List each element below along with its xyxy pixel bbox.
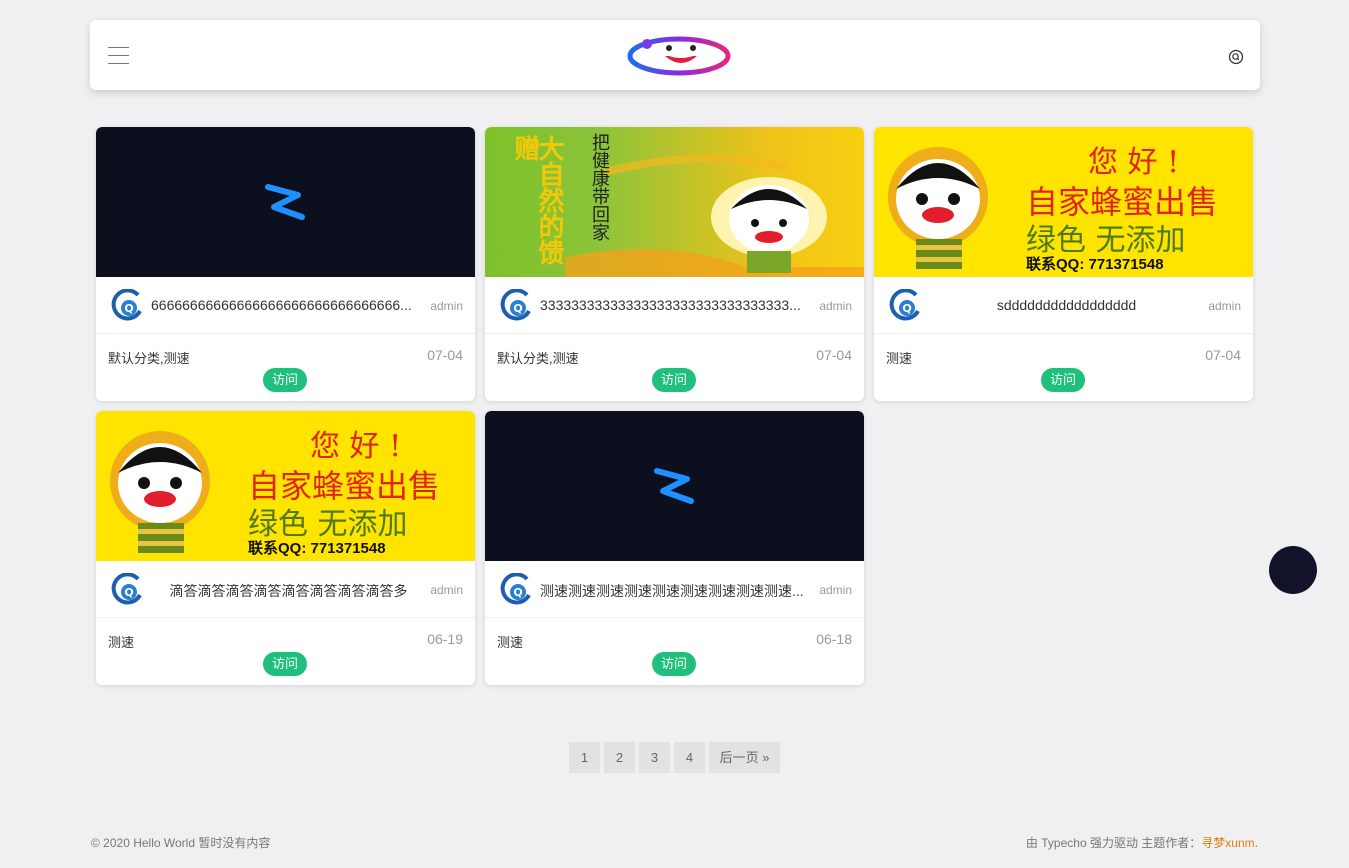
site-header (90, 20, 1260, 90)
post-date: 07-04 (816, 347, 852, 363)
post-title[interactable]: 66666666666666666666666666666666... (151, 297, 426, 313)
bee-ad-greeting: 您 好 ! (1088, 145, 1180, 180)
post-date: 07-04 (1205, 347, 1241, 363)
post-author[interactable]: admin (430, 583, 463, 597)
dark-brand-image[interactable] (96, 127, 475, 277)
honey-banner-slogan: 大自然的馈赠 (510, 135, 564, 265)
post-card: Q 测速测速测速测速测速测速测速测速测速... admin 测速 06-18 访… (485, 411, 864, 685)
bee-ad-contact: 联系QQ: 771371548 (248, 540, 386, 557)
author-avatar-icon: Q (500, 573, 531, 605)
visit-button[interactable]: 访问 (1041, 368, 1085, 392)
post-meta-row: Q 滴答滴答滴答滴答滴答滴答滴答滴答多 admin (96, 561, 475, 618)
post-category[interactable]: 默认分类,测速 (108, 348, 190, 367)
floating-action-button[interactable] (1269, 546, 1317, 594)
footer-suffix: . (1254, 836, 1258, 850)
svg-text:Q: Q (124, 586, 133, 599)
post-author[interactable]: admin (819, 299, 852, 313)
bee-ad-image[interactable]: 您 好 ! 自家蜂蜜出售 绿色 无添加 联系QQ: 771371548 (96, 411, 475, 561)
post-author[interactable]: admin (1208, 299, 1241, 313)
dark-brand-image[interactable] (485, 411, 864, 561)
post-date: 06-19 (427, 631, 463, 647)
author-avatar-icon: Q (111, 289, 142, 321)
post-meta-row: Q 66666666666666666666666666666666... ad… (96, 277, 475, 334)
post-title[interactable]: 滴答滴答滴答滴答滴答滴答滴答滴答多 (151, 581, 426, 601)
page-2-button[interactable]: 2 (604, 742, 635, 773)
footer-copyright: © 2020 Hello World 暂时没有内容 (91, 836, 271, 850)
bee-ad-contact: 联系QQ: 771371548 (1026, 256, 1164, 273)
brand-z-icon (265, 184, 305, 220)
footer-credits: 由 Typecho 强力驱动 主题作者：寻梦xunm. (1026, 834, 1258, 851)
post-category[interactable]: 默认分类,测速 (497, 348, 579, 367)
page-1-button[interactable]: 1 (569, 742, 600, 773)
post-meta-row: Q 33333333333333333333333333333333... ad… (485, 277, 864, 334)
search-icon[interactable] (1228, 49, 1244, 65)
post-title[interactable]: 33333333333333333333333333333333... (540, 297, 815, 313)
author-avatar-icon: Q (889, 289, 920, 321)
post-card: 您 好 ! 自家蜂蜜出售 绿色 无添加 联系QQ: 771371548 Q sd… (874, 127, 1253, 401)
page-4-button[interactable]: 4 (674, 742, 705, 773)
bee-ad-greeting: 您 好 ! (310, 429, 402, 464)
visit-button[interactable]: 访问 (652, 652, 696, 676)
post-category[interactable]: 测速 (886, 348, 912, 367)
post-title[interactable]: 测速测速测速测速测速测速测速测速测速... (540, 581, 815, 601)
svg-text:Q: Q (513, 302, 522, 315)
post-meta-row: Q 测速测速测速测速测速测速测速测速测速... admin (485, 561, 864, 618)
smiley-logo-icon[interactable] (627, 34, 731, 76)
svg-text:Q: Q (513, 586, 522, 599)
author-avatar-icon: Q (500, 289, 531, 321)
svg-text:Q: Q (124, 302, 133, 315)
footer-powered-by: 由 Typecho 强力驱动 主题作者： (1025, 836, 1202, 850)
brand-z-icon (654, 468, 694, 504)
post-date: 06-18 (816, 631, 852, 647)
post-category[interactable]: 测速 (497, 632, 523, 651)
honey-banner-subtext: 把健康带回家 (589, 133, 610, 241)
bee-ad-image[interactable]: 您 好 ! 自家蜂蜜出售 绿色 无添加 联系QQ: 771371548 (874, 127, 1253, 277)
author-avatar-icon: Q (111, 573, 142, 605)
post-title[interactable]: sddddddddddddddddd (929, 297, 1204, 313)
post-date: 07-04 (427, 347, 463, 363)
honey-banner-image[interactable]: 大自然的馈赠 把健康带回家 (485, 127, 864, 277)
hamburger-menu-icon[interactable] (108, 47, 129, 64)
next-page-button[interactable]: 后一页 » (709, 742, 780, 773)
page-3-button[interactable]: 3 (639, 742, 670, 773)
visit-button[interactable]: 访问 (652, 368, 696, 392)
visit-button[interactable]: 访问 (263, 652, 307, 676)
svg-text:Q: Q (902, 302, 911, 315)
post-author[interactable]: admin (430, 299, 463, 313)
post-card: 您 好 ! 自家蜂蜜出售 绿色 无添加 联系QQ: 771371548 Q 滴答… (96, 411, 475, 685)
post-card: 大自然的馈赠 把健康带回家 Q 333333333333333333333333… (485, 127, 864, 401)
visit-button[interactable]: 访问 (263, 368, 307, 392)
post-author[interactable]: admin (819, 583, 852, 597)
theme-author-link[interactable]: 寻梦xunm (1201, 836, 1254, 850)
post-meta-row: Q sddddddddddddddddd admin (874, 277, 1253, 334)
post-category[interactable]: 测速 (108, 632, 134, 651)
post-card: Q 66666666666666666666666666666666... ad… (96, 127, 475, 401)
